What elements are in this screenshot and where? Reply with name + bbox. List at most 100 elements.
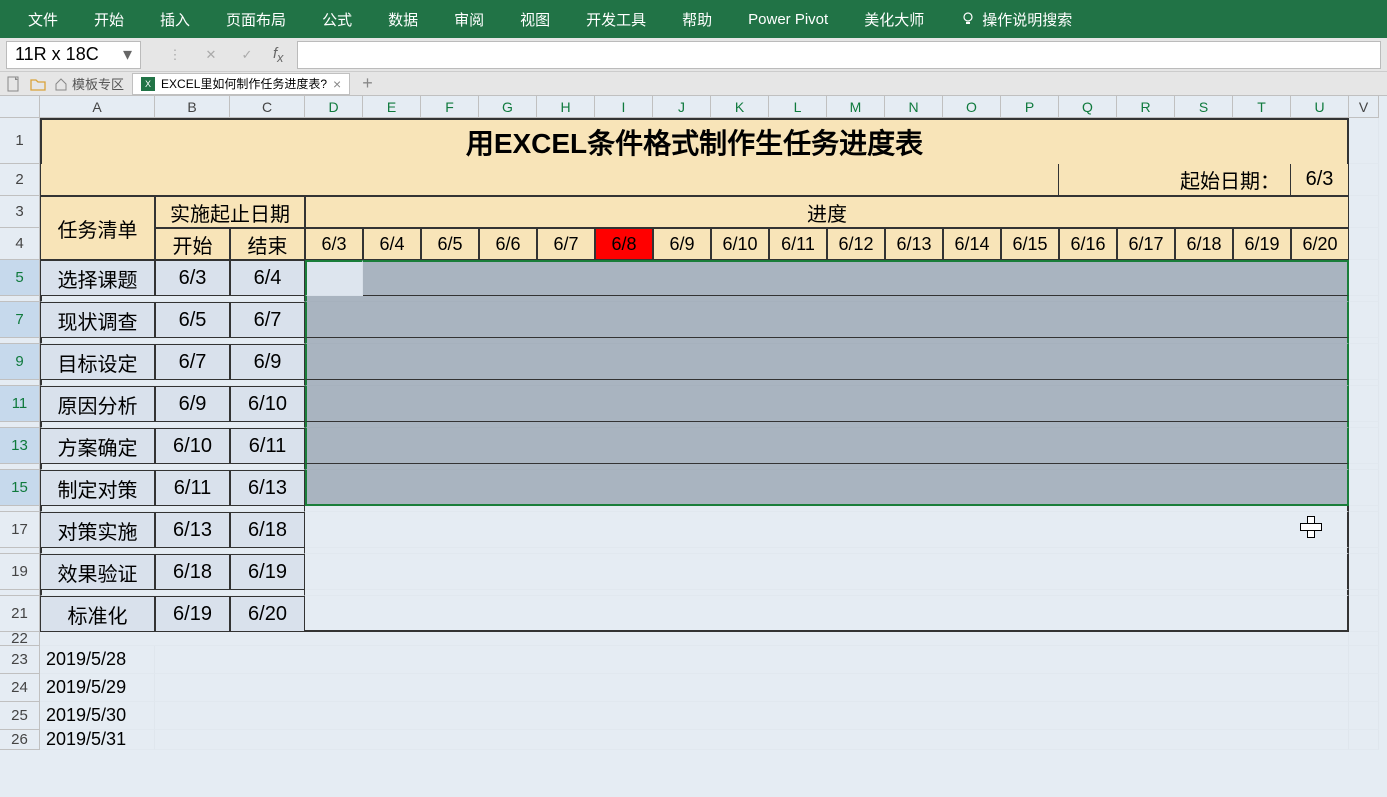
task-end-4[interactable]: 6/11	[230, 428, 305, 464]
ribbon-developer[interactable]: 开发工具	[568, 0, 664, 38]
gantt-row-1[interactable]	[305, 302, 1349, 338]
row-header-19[interactable]: 19	[0, 554, 40, 590]
task-name-3[interactable]: 原因分析	[40, 386, 155, 422]
gantt-row-3[interactable]	[305, 386, 1349, 422]
task-end-0[interactable]: 6/4	[230, 260, 305, 296]
start-date-value[interactable]: 6/3	[1291, 164, 1349, 196]
task-name-5[interactable]: 制定对策	[40, 470, 155, 506]
select-all-corner[interactable]	[0, 96, 40, 118]
col-header-I[interactable]: I	[595, 96, 653, 118]
ribbon-view[interactable]: 视图	[502, 0, 568, 38]
chevron-down-icon[interactable]: ▾	[123, 44, 132, 65]
col-header-V[interactable]: V	[1349, 96, 1379, 118]
task-start-4[interactable]: 6/10	[155, 428, 230, 464]
col-header-L[interactable]: L	[769, 96, 827, 118]
row-header-22[interactable]: 22	[0, 632, 40, 646]
document-tab[interactable]: X EXCEL里如何制作任务进度表? ×	[132, 73, 350, 95]
task-start-6[interactable]: 6/13	[155, 512, 230, 548]
ribbon-page-layout[interactable]: 页面布局	[208, 0, 304, 38]
task-start-8[interactable]: 6/19	[155, 596, 230, 632]
col-header-A[interactable]: A	[40, 96, 155, 118]
task-name-2[interactable]: 目标设定	[40, 344, 155, 380]
ribbon-insert[interactable]: 插入	[142, 0, 208, 38]
ribbon-help[interactable]: 帮助	[664, 0, 730, 38]
task-start-7[interactable]: 6/18	[155, 554, 230, 590]
task-start-0[interactable]: 6/3	[155, 260, 230, 296]
row-header-11[interactable]: 11	[0, 386, 40, 422]
ribbon-file[interactable]: 文件	[10, 0, 76, 38]
col-header-H[interactable]: H	[537, 96, 595, 118]
ribbon-tell-me[interactable]: 操作说明搜索	[942, 0, 1090, 38]
ribbon-formulas[interactable]: 公式	[304, 0, 370, 38]
row-header-7[interactable]: 7	[0, 302, 40, 338]
col-header-S[interactable]: S	[1175, 96, 1233, 118]
col-header-P[interactable]: P	[1001, 96, 1059, 118]
task-end-2[interactable]: 6/9	[230, 344, 305, 380]
task-end-6[interactable]: 6/18	[230, 512, 305, 548]
gantt-row-6[interactable]	[305, 512, 1349, 548]
open-folder-icon[interactable]	[30, 76, 46, 92]
fx-icon[interactable]: fx	[267, 45, 293, 65]
gantt-row-5[interactable]	[305, 470, 1349, 506]
row-header-15[interactable]: 15	[0, 470, 40, 506]
ribbon-data[interactable]: 数据	[370, 0, 436, 38]
new-tab-button[interactable]: +	[358, 73, 377, 94]
task-name-6[interactable]: 对策实施	[40, 512, 155, 548]
row-header-1[interactable]: 1	[0, 118, 40, 164]
accept-formula-button[interactable]: ✓	[231, 43, 263, 67]
col-header-T[interactable]: T	[1233, 96, 1291, 118]
task-name-8[interactable]: 标准化	[40, 596, 155, 632]
col-header-C[interactable]: C	[230, 96, 305, 118]
row-header-3[interactable]: 3	[0, 196, 40, 228]
col-header-B[interactable]: B	[155, 96, 230, 118]
col-header-N[interactable]: N	[885, 96, 943, 118]
row-header-25[interactable]: 25	[0, 702, 40, 730]
template-area-link[interactable]: 模板专区	[54, 74, 124, 93]
col-header-K[interactable]: K	[711, 96, 769, 118]
extra-date-2[interactable]: 2019/5/30	[40, 702, 155, 730]
close-tab-icon[interactable]: ×	[333, 76, 341, 92]
row-header-17[interactable]: 17	[0, 512, 40, 548]
gantt-row-8[interactable]	[305, 596, 1349, 632]
task-end-8[interactable]: 6/20	[230, 596, 305, 632]
col-header-D[interactable]: D	[305, 96, 363, 118]
col-header-J[interactable]: J	[653, 96, 711, 118]
row-header-13[interactable]: 13	[0, 428, 40, 464]
gantt-row-2[interactable]	[305, 344, 1349, 380]
extra-date-3[interactable]: 2019/5/31	[40, 730, 155, 750]
gantt-row-0-rest[interactable]	[363, 260, 1349, 296]
task-end-1[interactable]: 6/7	[230, 302, 305, 338]
col-header-G[interactable]: G	[479, 96, 537, 118]
task-start-3[interactable]: 6/9	[155, 386, 230, 422]
task-start-1[interactable]: 6/5	[155, 302, 230, 338]
row-header-23[interactable]: 23	[0, 646, 40, 674]
name-box[interactable]: 11R x 18C ▾	[6, 41, 141, 69]
new-file-icon[interactable]	[6, 76, 22, 92]
row-header-9[interactable]: 9	[0, 344, 40, 380]
extra-date-0[interactable]: 2019/5/28	[40, 646, 155, 674]
row-header-21[interactable]: 21	[0, 596, 40, 632]
row-header-4[interactable]: 4	[0, 228, 40, 260]
task-start-5[interactable]: 6/11	[155, 470, 230, 506]
formula-input[interactable]	[297, 41, 1381, 69]
task-start-2[interactable]: 6/7	[155, 344, 230, 380]
task-end-7[interactable]: 6/19	[230, 554, 305, 590]
spreadsheet[interactable]: ABCDEFGHIJKLMNOPQRSTUV1用EXCEL条件格式制作生任务进度…	[0, 96, 1387, 750]
ribbon-review[interactable]: 审阅	[436, 0, 502, 38]
col-header-U[interactable]: U	[1291, 96, 1349, 118]
ribbon-power-pivot[interactable]: Power Pivot	[730, 0, 846, 38]
col-header-M[interactable]: M	[827, 96, 885, 118]
active-cell[interactable]	[305, 260, 363, 296]
gantt-row-4[interactable]	[305, 428, 1349, 464]
task-name-0[interactable]: 选择课题	[40, 260, 155, 296]
gantt-row-7[interactable]	[305, 554, 1349, 590]
row-header-5[interactable]: 5	[0, 260, 40, 296]
cancel-formula-button[interactable]: ✕	[195, 43, 227, 67]
task-name-1[interactable]: 现状调查	[40, 302, 155, 338]
row-header-24[interactable]: 24	[0, 674, 40, 702]
col-header-E[interactable]: E	[363, 96, 421, 118]
col-header-O[interactable]: O	[943, 96, 1001, 118]
row-header-26[interactable]: 26	[0, 730, 40, 750]
row-header-2[interactable]: 2	[0, 164, 40, 196]
task-end-3[interactable]: 6/10	[230, 386, 305, 422]
